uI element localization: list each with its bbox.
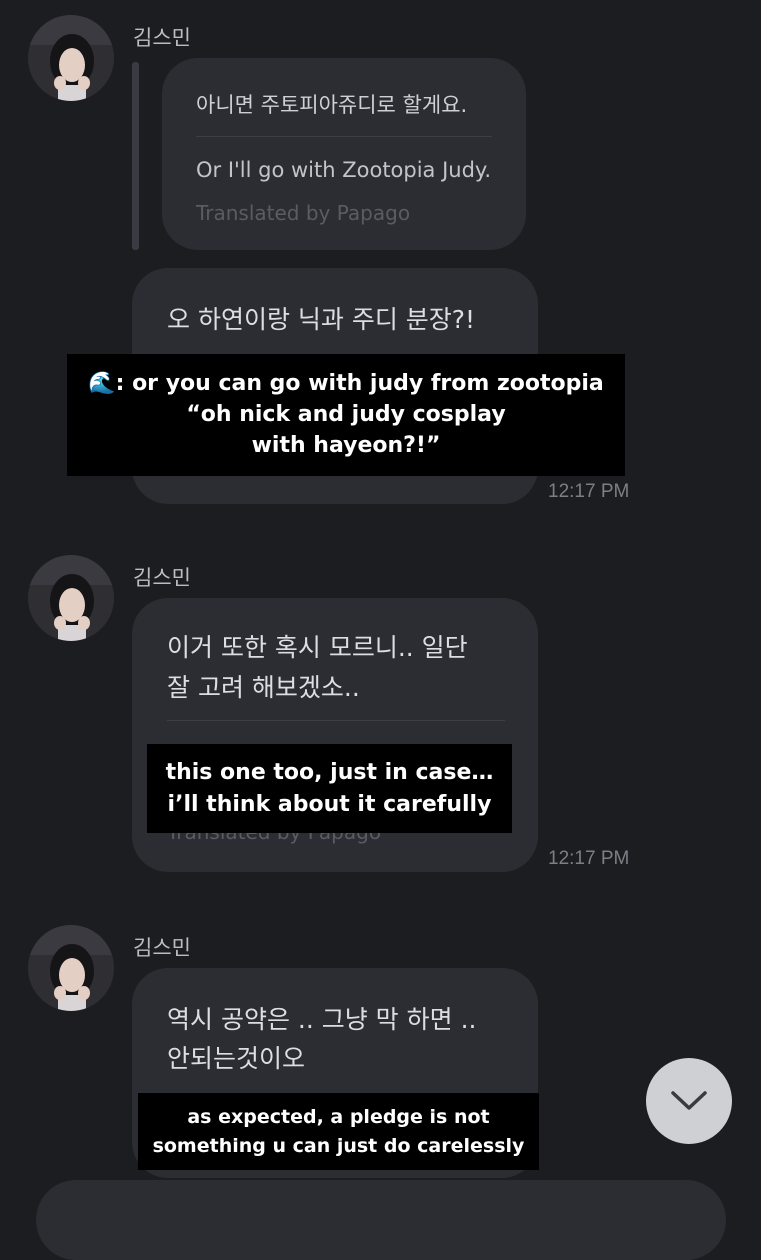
- translated-message-bubble[interactable]: 아니면 주토피아쥬디로 할게요. Or I'll go with Zootopi…: [162, 58, 526, 250]
- chevron-down-icon: [671, 1091, 707, 1110]
- scroll-to-bottom-button[interactable]: [646, 1058, 732, 1144]
- message-original-line: 역시 공약은 .. 그냥 막 하면 ..: [167, 1005, 477, 1034]
- message-original: 아니면 주토피아쥬디로 할게요.: [196, 93, 468, 117]
- message-original-line: 안되는것이오: [167, 1044, 306, 1073]
- caption-line: with hayeon?!”: [251, 433, 441, 458]
- subtitle-caption: this one too, just in case… i’ll think a…: [147, 744, 512, 833]
- caption-line: “oh nick and judy cosplay: [186, 402, 506, 427]
- translation-divider: [167, 720, 505, 721]
- caption-line: 🌊: or you can go with judy from zootopia: [88, 371, 604, 396]
- message-input-bar[interactable]: [36, 1180, 726, 1260]
- message-original: 오 하연이랑 닉과 주디 분장?!: [167, 305, 476, 334]
- translation-credit: Translated by Papago: [196, 201, 411, 225]
- subtitle-caption: 🌊: or you can go with judy from zootopia…: [67, 354, 625, 476]
- message-translation: Or I'll go with Zootopia Judy.: [196, 158, 492, 182]
- caption-line: this one too, just in case…: [165, 760, 494, 785]
- message-original-line: 잘 고려 해보겠소..: [167, 673, 360, 702]
- message-time: 12:17 PM: [548, 848, 630, 869]
- caption-line: i’ll think about it carefully: [167, 792, 492, 817]
- message-time: 12:17 PM: [548, 481, 630, 502]
- message-original-line: 이거 또한 혹시 모르니.. 일단: [167, 633, 468, 662]
- avatar[interactable]: [28, 15, 114, 101]
- reply-quote-bar: [132, 62, 139, 250]
- avatar[interactable]: [28, 925, 114, 1011]
- caption-line: something u can just do carelessly: [152, 1135, 525, 1157]
- translation-divider: [196, 136, 492, 137]
- sender-name: 김스민: [133, 566, 191, 590]
- sender-name: 김스민: [133, 936, 191, 960]
- caption-line: as expected, a pledge is not: [187, 1106, 490, 1128]
- sender-name: 김스민: [133, 26, 191, 50]
- subtitle-caption: as expected, a pledge is not something u…: [138, 1093, 539, 1170]
- avatar[interactable]: [28, 555, 114, 641]
